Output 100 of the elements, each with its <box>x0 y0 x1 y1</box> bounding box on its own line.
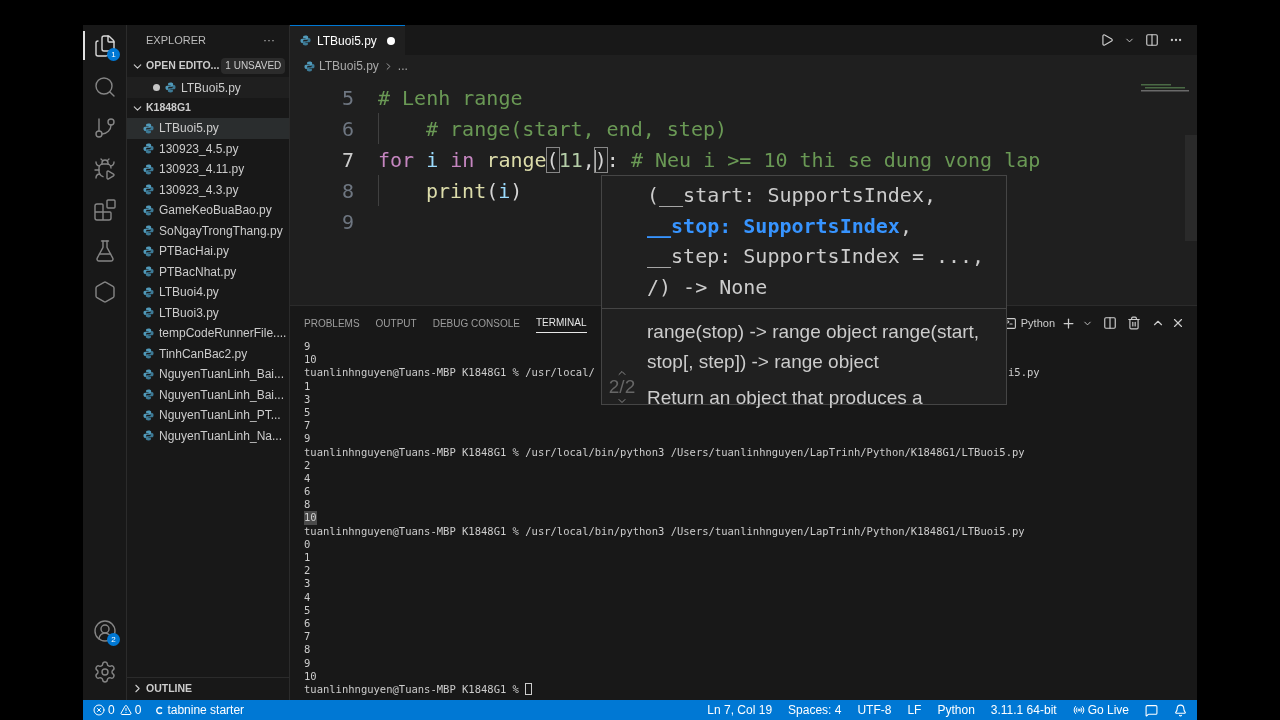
python-file-icon <box>143 245 154 257</box>
file-name: GameKeoBuaBao.py <box>159 202 272 220</box>
file-name: 130923_4.5.py <box>159 140 239 158</box>
search-icon[interactable] <box>93 74 117 99</box>
file-item[interactable]: GameKeoBuaBao.py <box>127 200 289 221</box>
python-file-icon <box>143 204 154 216</box>
doc-text: Return an object that produces a <box>647 386 924 410</box>
scrollbar[interactable] <box>1185 135 1197 241</box>
tabnine-status[interactable]: tabnine starter <box>155 701 245 719</box>
open-editor-item[interactable]: LTBuoi5.py <box>127 77 289 98</box>
panel-tab[interactable]: TERMINAL <box>535 313 587 333</box>
terminal-line: 7 <box>304 419 311 433</box>
section-toggle[interactable]: OPEN EDITO... <box>131 58 220 74</box>
problems-indicator[interactable]: 0 0 <box>93 701 142 719</box>
go-live-button[interactable]: Go Live <box>1072 701 1129 719</box>
breadcrumb-item[interactable]: LTBuoi5.py <box>319 57 379 75</box>
terminal-line: 3 <box>304 577 311 591</box>
status-item[interactable]: Python <box>937 701 975 719</box>
split-terminal-icon[interactable] <box>1103 316 1117 330</box>
terminal-selector[interactable]: Python <box>1003 314 1055 332</box>
file-name: 130923_4.3.py <box>159 181 239 199</box>
tabnine-icon <box>155 705 164 715</box>
feedback-icon[interactable] <box>1145 703 1158 717</box>
hexagon-icon[interactable] <box>93 279 117 304</box>
file-item[interactable]: SoNgayTrongThang.py <box>127 220 289 241</box>
file-item[interactable]: TinhCanBac2.py <box>127 343 289 364</box>
file-item[interactable]: LTBuoi5.py <box>127 118 289 139</box>
notification-badge: 1 <box>107 47 120 61</box>
notification-badge: 2 <box>107 632 120 646</box>
flask-icon[interactable] <box>93 238 117 263</box>
folder-header[interactable]: K1848G1 <box>127 98 289 118</box>
file-item[interactable]: NguyenTuanLinh_Bai... <box>127 364 289 385</box>
panel-tab[interactable]: PROBLEMS <box>304 313 360 333</box>
file-item[interactable]: tempCodeRunnerFile.... <box>127 323 289 344</box>
outline-header[interactable]: OUTLINE <box>127 677 289 699</box>
file-name: NguyenTuanLinh_Na... <box>159 427 282 445</box>
terminal-line: tuanlinhnguyen@Tuans-MBP K1848G1 % /usr/local/ <box>304 366 595 380</box>
python-file-icon <box>143 122 154 134</box>
python-file-icon <box>143 143 154 155</box>
terminal-line: 2 <box>304 564 311 578</box>
terminal-line: 6 <box>304 485 311 499</box>
close-icon[interactable] <box>1171 316 1185 330</box>
python-file-icon <box>300 35 311 46</box>
breadcrumb-item[interactable]: ... <box>397 57 408 75</box>
terminal-line: tuanlinhnguyen@Tuans-MBP K1848G1 % /usr/local/bin/python3 /Users/tuanlinhnguyen/LapTrinh/Python/K1848G1/LTBuoi5.py <box>304 524 1025 538</box>
terminal-line: 4 <box>304 471 311 486</box>
terminal-line: tuanlinhnguyen@Tuans-MBP K1848G1 % <box>304 682 520 697</box>
status-item[interactable]: LF <box>907 701 922 719</box>
bell-icon[interactable] <box>1174 703 1187 717</box>
python-file-icon <box>143 286 154 298</box>
signature-line: (__start: SupportsIndex, <box>647 182 937 209</box>
python-file-icon <box>143 163 154 175</box>
file-item[interactable]: 130923_4.11.py <box>127 159 289 180</box>
file-item[interactable]: NguyenTuanLinh_Bai... <box>127 384 289 405</box>
file-name: TinhCanBac2.py <box>159 345 248 363</box>
file-name: LTBuoi3.py <box>159 304 219 322</box>
split-editor-icon[interactable] <box>1145 33 1159 47</box>
terminal-line: 2 <box>304 458 311 472</box>
broadcast-icon <box>1072 704 1085 716</box>
file-item[interactable]: NguyenTuanLinh_Na... <box>127 425 289 446</box>
terminal-line: 10 <box>304 669 317 683</box>
python-file-icon <box>143 327 154 339</box>
file-item[interactable]: PTBacHai.py <box>127 241 289 262</box>
python-file-icon <box>143 409 154 421</box>
account-icon[interactable]: 2 <box>93 618 117 643</box>
file-item[interactable]: PTBacNhat.py <box>127 261 289 282</box>
editor-tab[interactable]: LTBuoi5.py <box>290 25 405 55</box>
python-file-icon <box>143 389 154 401</box>
code-line: # range(start, end, step) <box>426 115 728 143</box>
panel-tab[interactable]: OUTPUT <box>375 313 417 333</box>
extensions-icon[interactable] <box>93 197 117 222</box>
panel-tab[interactable]: DEBUG CONSOLE <box>432 313 520 333</box>
status-item[interactable]: Spaces: 4 <box>788 701 842 719</box>
status-item[interactable]: Ln 7, Col 19 <box>707 701 773 719</box>
code-line: # Lenh range <box>378 84 523 112</box>
file-item[interactable]: LTBuoi3.py <box>127 302 289 323</box>
python-file-icon <box>165 82 176 93</box>
file-name: NguyenTuanLinh_Bai... <box>159 386 284 404</box>
trash-icon[interactable] <box>1127 316 1141 330</box>
file-name: PTBacHai.py <box>159 243 230 261</box>
new-terminal-icon[interactable] <box>1061 315 1076 331</box>
settings-icon[interactable] <box>93 659 117 684</box>
file-item[interactable]: NguyenTuanLinh_PT... <box>127 405 289 426</box>
file-item[interactable]: 130923_4.5.py <box>127 138 289 159</box>
python-file-icon <box>143 184 154 196</box>
unsaved-badge: 1 UNSAVED <box>221 58 286 74</box>
run-debug-icon[interactable] <box>93 156 117 181</box>
terminal-line: 3 <box>304 392 311 406</box>
file-item[interactable]: LTBuoi4.py <box>127 282 289 303</box>
source-control-icon[interactable] <box>93 115 117 140</box>
terminal-line: i5.py <box>1008 366 1040 380</box>
status-item[interactable]: UTF-8 <box>857 701 892 719</box>
more-actions-button[interactable]: ··· <box>263 31 275 49</box>
terminal-line: 9 <box>304 656 311 670</box>
status-item[interactable]: 3.11.1 64-bit <box>990 701 1057 719</box>
line-number: 6 <box>340 115 354 143</box>
file-name: 130923_4.11.py <box>159 161 245 179</box>
line-number: 9 <box>340 208 354 236</box>
run-icon[interactable] <box>1100 33 1114 47</box>
file-item[interactable]: 130923_4.3.py <box>127 179 289 200</box>
